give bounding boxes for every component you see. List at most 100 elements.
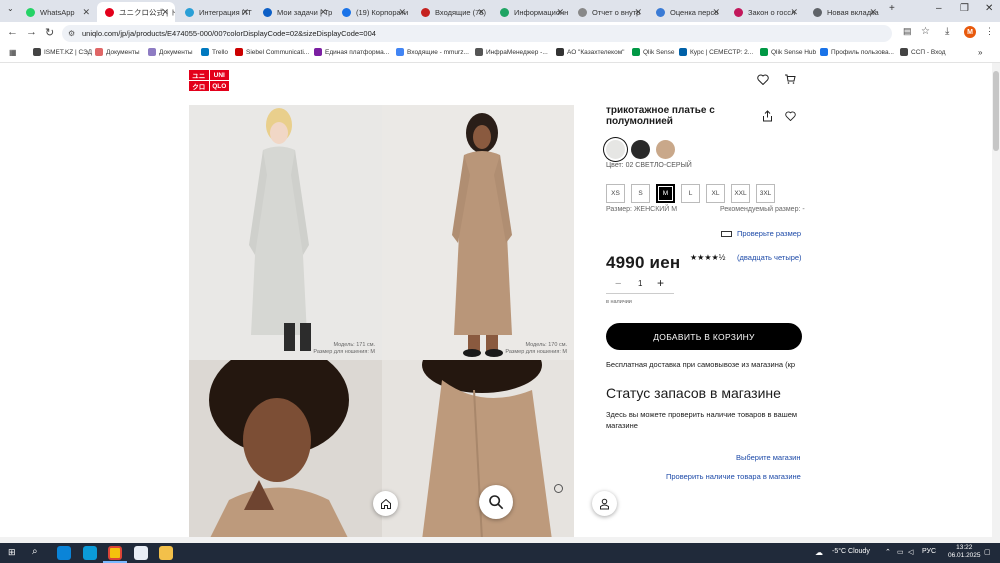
close-window-icon[interactable]: ✕ (985, 3, 993, 14)
tab-close-icon[interactable]: ✕ (712, 7, 720, 18)
home-button[interactable] (373, 491, 398, 516)
tab-close-icon[interactable]: ✕ (82, 7, 90, 18)
size-check-link[interactable]: Проверьте размер (737, 229, 801, 238)
reviews-link[interactable]: (двадцать четыре) (737, 253, 802, 262)
favorite-heart-icon[interactable] (785, 111, 796, 121)
bookmark-item[interactable]: АО "Казахтелеком" (556, 48, 624, 56)
product-photo-grey[interactable]: Модель: 171 см. Размер для ношения: M (189, 105, 382, 360)
tray-chevron-icon[interactable]: ⌃ (885, 548, 891, 556)
tab-item[interactable]: Информационн ✕ (492, 2, 570, 22)
bookmark-item[interactable]: Siebel Communicati... (235, 48, 309, 56)
menu-icon[interactable]: ⋮ (985, 26, 994, 37)
bookmark-item[interactable]: Курс | СЕМЕСТР: 2... (679, 48, 753, 56)
scroll-thumb[interactable] (993, 71, 999, 151)
bookmark-item[interactable]: Документы (148, 48, 193, 56)
tab-close-icon[interactable]: ✕ (790, 7, 798, 18)
download-icon[interactable]: ⤓ (945, 26, 949, 37)
bookmark-item[interactable]: Входящие - mmurz... (396, 48, 469, 56)
more-bookmarks-icon[interactable]: » (978, 48, 982, 57)
check-stock-link[interactable]: Проверить наличие товара в магазине (666, 472, 801, 481)
bookmark-item[interactable]: ISMET.KZ | СЭД (33, 48, 92, 56)
weather-text[interactable]: -5°C Cloudy (832, 548, 870, 555)
qty-minus-button[interactable]: − (615, 278, 621, 290)
account-button[interactable] (592, 491, 617, 516)
maximize-icon[interactable]: ❐ (960, 3, 969, 14)
tab-close-icon[interactable]: ✕ (398, 7, 406, 18)
network-icon[interactable]: ▭ (897, 548, 904, 556)
translate-icon[interactable]: ▤ (903, 26, 912, 37)
size-option[interactable]: XL (706, 184, 725, 203)
tab-item[interactable]: Интеграция ИТ ✕ (177, 2, 255, 22)
minimize-icon[interactable]: – (936, 3, 942, 14)
tab-close-icon[interactable]: ✕ (161, 7, 169, 18)
tab-item[interactable]: Мои задачи | Тр ✕ (255, 2, 333, 22)
profile-avatar[interactable]: M (964, 26, 976, 38)
tab-item[interactable]: ユニクロ公式 | ト ✕ (97, 2, 175, 22)
tab-item[interactable]: Новая вкладка ✕ (805, 2, 883, 22)
color-swatch[interactable] (656, 140, 675, 159)
bookmark-item[interactable]: Документы (95, 48, 140, 56)
tab-item[interactable]: Оценка персо ✕ (648, 2, 726, 22)
add-to-cart-button[interactable]: ДОБАВИТЬ В КОРЗИНУ (606, 323, 802, 350)
edge-icon[interactable] (57, 546, 71, 560)
bookmark-item[interactable]: ССП - Вход (900, 48, 946, 56)
share-icon[interactable] (762, 110, 773, 122)
bookmark-item[interactable]: Qlik Sense (632, 48, 674, 56)
back-icon[interactable]: ← (7, 26, 18, 38)
start-icon[interactable]: ⊞ (8, 547, 16, 558)
bookmark-item[interactable]: Единая платформа... (314, 48, 389, 56)
bookmark-item[interactable]: ИнфраМенеджер -... (475, 48, 548, 56)
vertical-scrollbar[interactable] (992, 63, 1000, 537)
size-option[interactable]: XXL (731, 184, 750, 203)
chrome-icon[interactable] (108, 546, 122, 560)
address-bar[interactable]: ⚙ uniqlo.com/jp/ja/products/E474055-000/… (62, 25, 892, 42)
tab-close-icon[interactable]: ✕ (477, 7, 485, 18)
bookmark-item[interactable]: Qlik Sense Hub (760, 48, 816, 56)
volume-icon[interactable]: ◁ (908, 548, 913, 556)
product-photo-detail[interactable] (382, 360, 574, 537)
apps-icon[interactable]: ▦ (9, 48, 17, 57)
tab-close-icon[interactable]: ✕ (319, 7, 327, 18)
site-info-icon[interactable]: ⚙ (68, 25, 75, 42)
tab-item[interactable]: Входящие (76) ✕ (413, 2, 491, 22)
size-option[interactable]: XS (606, 184, 625, 203)
size-option[interactable]: M (656, 184, 675, 203)
tab-close-icon[interactable]: ✕ (869, 7, 877, 18)
bookmark-item[interactable]: Профиль пользова... (820, 48, 894, 56)
product-photo-beige[interactable]: Модель: 170 см. Размер для ношения: M (382, 105, 574, 360)
file-explorer-icon[interactable] (159, 546, 173, 560)
tab-close-icon[interactable]: ✕ (634, 7, 642, 18)
network-app-icon[interactable] (83, 546, 97, 560)
search-taskbar-icon[interactable]: ⌕ (32, 546, 38, 557)
size-option[interactable]: L (681, 184, 700, 203)
choose-store-link[interactable]: Выберите магазин (736, 453, 801, 462)
reload-icon[interactable]: ↻ (45, 26, 54, 39)
zoom-indicator-icon[interactable] (554, 484, 563, 493)
notification-icon[interactable]: ▢ (984, 548, 991, 556)
search-button[interactable] (479, 485, 513, 519)
tab-item[interactable]: WhatsApp ✕ (18, 2, 96, 22)
color-swatch[interactable] (606, 140, 625, 159)
wishlist-heart-icon[interactable] (757, 74, 769, 85)
remote-desktop-icon[interactable] (134, 546, 148, 560)
forward-icon[interactable]: → (26, 26, 37, 38)
qty-value[interactable]: 1 (638, 279, 642, 288)
bookmark-item[interactable]: Trello (201, 48, 228, 56)
new-tab-icon[interactable]: + (889, 3, 895, 14)
bookmark-star-icon[interactable]: ☆ (921, 26, 930, 37)
color-swatch[interactable] (631, 140, 650, 159)
qty-plus-button[interactable]: + (657, 276, 664, 290)
tab-close-icon[interactable]: ✕ (556, 7, 564, 18)
clock[interactable]: 13:22 06.01.2025 (948, 544, 981, 560)
tab-item[interactable]: (19) Корпорати ✕ (334, 2, 412, 22)
tab-item[interactable]: Отчет о внутр ✕ (570, 2, 648, 22)
product-photo-closeup[interactable] (189, 360, 382, 537)
cart-icon[interactable] (784, 73, 796, 85)
uniqlo-logo[interactable]: ユニ UNI クロ QLO (189, 70, 229, 91)
tab-close-icon[interactable]: ✕ (241, 7, 249, 18)
size-option[interactable]: S (631, 184, 650, 203)
tab-item[interactable]: Закон о госсл ✕ (726, 2, 804, 22)
language-indicator[interactable]: РУС (922, 548, 936, 555)
size-option[interactable]: 3XL (756, 184, 775, 203)
tab-search-icon[interactable]: ⌄ (7, 4, 14, 13)
